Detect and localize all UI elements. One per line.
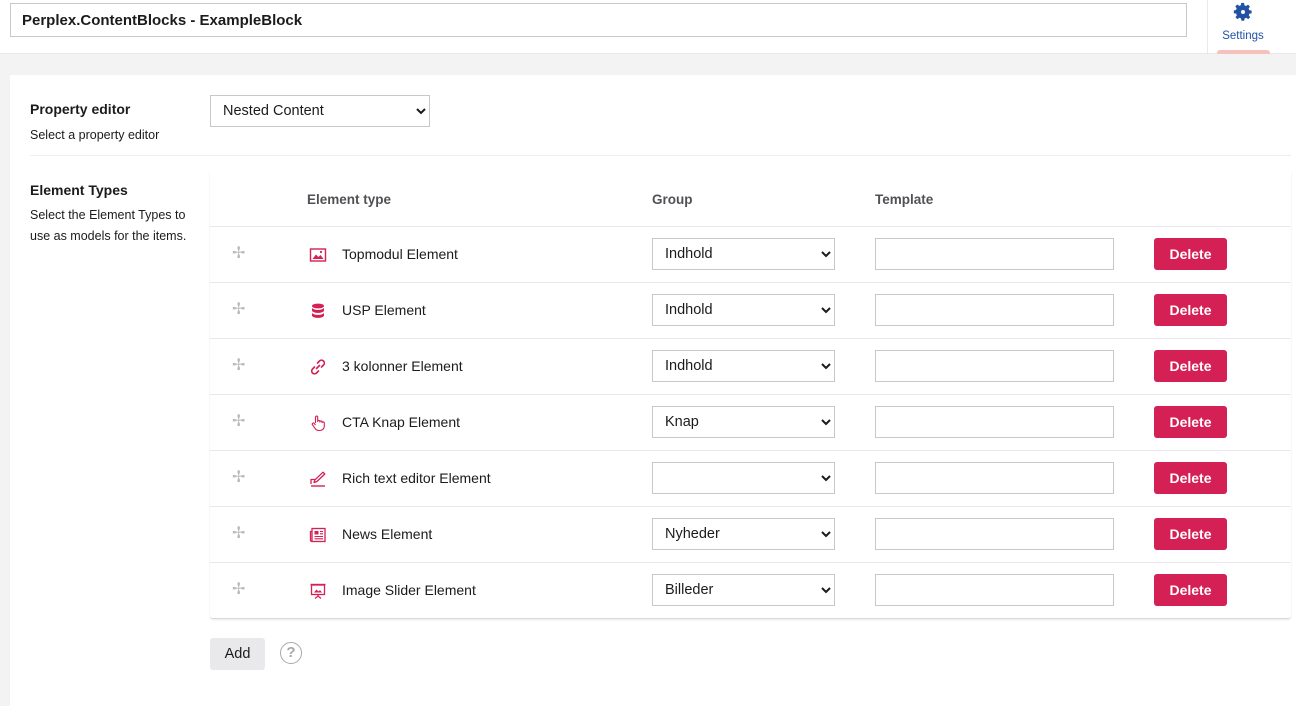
table-row: ✢ Image Slider Element Billeder Delete xyxy=(210,562,1291,618)
drag-handle-icon[interactable]: ✢ xyxy=(232,243,245,263)
element-type-name: News Element xyxy=(342,526,433,542)
group-select[interactable] xyxy=(652,462,835,494)
group-select[interactable]: Indhold xyxy=(652,294,835,326)
template-input[interactable] xyxy=(875,294,1114,326)
drag-handle-icon[interactable]: ✢ xyxy=(232,299,245,319)
picture-icon xyxy=(309,248,327,262)
drag-handle-icon[interactable]: ✢ xyxy=(232,467,245,487)
delete-button[interactable]: Delete xyxy=(1154,350,1227,382)
table-row: ✢ USP Element Indhold Delete xyxy=(210,282,1291,338)
delete-button[interactable]: Delete xyxy=(1154,574,1227,606)
table-row: ✢ Rich text editor Element Delete xyxy=(210,450,1291,506)
active-tab-indicator xyxy=(1217,50,1270,54)
database-icon xyxy=(312,303,324,318)
settings-app-button[interactable]: Settings xyxy=(1207,0,1277,54)
table-row: ✢ News Element Nyheder Delete xyxy=(210,506,1291,562)
property-editor-select[interactable]: Nested Content xyxy=(210,95,430,127)
element-types-description-line-2: use as models for the items. xyxy=(30,229,187,243)
table-row: ✢ CTA Knap Element Knap Delete xyxy=(210,394,1291,450)
delete-button[interactable]: Delete xyxy=(1154,462,1227,494)
element-type-name: Rich text editor Element xyxy=(342,470,491,486)
group-select[interactable]: Knap xyxy=(652,406,835,438)
group-select[interactable]: Billeder xyxy=(652,574,835,606)
element-type-name: Topmodul Element xyxy=(342,246,458,262)
drag-handle-icon[interactable]: ✢ xyxy=(232,523,245,543)
settings-panel: Property editor Select a property editor… xyxy=(10,75,1296,706)
content-name-input[interactable] xyxy=(10,3,1187,37)
template-input[interactable] xyxy=(875,238,1114,270)
newspaper-icon xyxy=(309,527,326,543)
template-input[interactable] xyxy=(875,350,1114,382)
delete-button[interactable]: Delete xyxy=(1154,294,1227,326)
element-types-description-line-1: Select the Element Types to xyxy=(30,208,186,222)
drag-handle-icon[interactable]: ✢ xyxy=(232,411,245,431)
edit-icon xyxy=(310,471,326,487)
template-input[interactable] xyxy=(875,574,1114,606)
group-select[interactable]: Indhold xyxy=(652,238,835,270)
element-types-label: Element Types xyxy=(30,182,128,198)
link-icon xyxy=(310,359,326,375)
section-divider xyxy=(30,155,1291,156)
drag-handle-icon[interactable]: ✢ xyxy=(232,355,245,375)
drag-handle-icon[interactable]: ✢ xyxy=(232,579,245,599)
template-input[interactable] xyxy=(875,406,1114,438)
presentation-icon xyxy=(310,583,326,599)
help-icon[interactable]: ? xyxy=(280,642,302,664)
delete-button[interactable]: Delete xyxy=(1154,518,1227,550)
group-select[interactable]: Indhold xyxy=(652,350,835,382)
hand-pointer-icon xyxy=(311,415,325,432)
template-input[interactable] xyxy=(875,462,1114,494)
element-type-name: CTA Knap Element xyxy=(342,414,461,430)
element-type-name: USP Element xyxy=(342,302,426,318)
table-row: ✢ Topmodul Element Indhold Delete xyxy=(210,226,1291,282)
element-type-name: 3 kolonner Element xyxy=(342,358,463,374)
group-select[interactable]: Nyheder xyxy=(652,518,835,550)
table-row: ✢ 3 kolonner Element Indhold Delete xyxy=(210,338,1291,394)
add-button[interactable]: Add xyxy=(210,638,265,670)
delete-button[interactable]: Delete xyxy=(1154,238,1227,270)
element-type-name: Image Slider Element xyxy=(342,582,476,598)
column-header-template: Template xyxy=(875,192,934,207)
template-input[interactable] xyxy=(875,518,1114,550)
editor-header: Settings xyxy=(0,0,1296,54)
column-header-group: Group xyxy=(652,192,693,207)
settings-label: Settings xyxy=(1222,30,1264,42)
property-editor-description: Select a property editor xyxy=(30,128,160,142)
property-editor-label: Property editor xyxy=(30,101,131,117)
element-types-table: Element type Group Template ✢ Topmodul E… xyxy=(210,170,1291,619)
column-header-element-type: Element type xyxy=(307,192,392,207)
delete-button[interactable]: Delete xyxy=(1154,406,1227,438)
gear-icon xyxy=(1233,2,1252,21)
